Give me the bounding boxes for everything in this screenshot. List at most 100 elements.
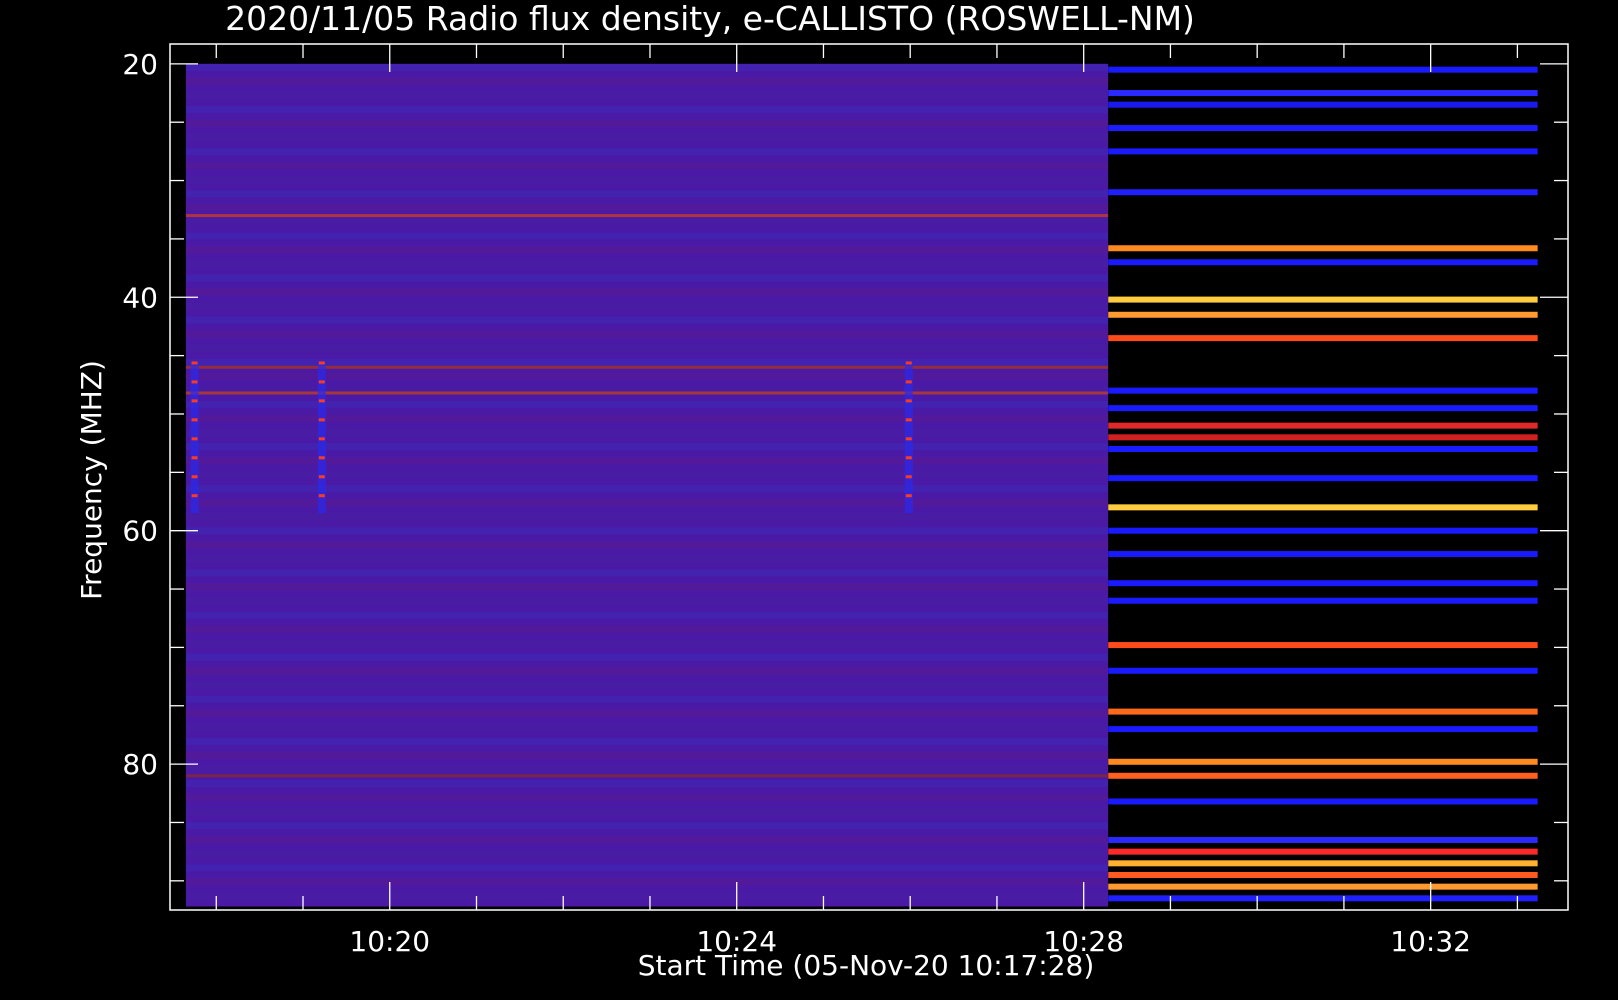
texture-line <box>185 850 1109 858</box>
texture-line <box>185 77 1109 85</box>
texture-line <box>185 681 1109 689</box>
emission-band <box>1108 445 1538 452</box>
y-tick-label: 80 <box>122 748 158 781</box>
emission-band <box>1108 148 1538 155</box>
texture-line <box>185 541 1109 549</box>
texture-line <box>185 246 1109 254</box>
texture-line <box>185 302 1109 310</box>
vertical-burst <box>317 361 326 514</box>
texture-line <box>185 653 1109 661</box>
x-tick-label: 10:32 <box>1390 925 1471 958</box>
texture-line <box>185 288 1109 296</box>
texture-line <box>185 176 1109 184</box>
texture-line <box>185 204 1109 212</box>
plot-area <box>185 63 1538 907</box>
texture-line <box>185 892 1109 900</box>
emission-band <box>1108 311 1538 318</box>
y-tick-label: 20 <box>122 48 158 81</box>
texture-line <box>185 63 1109 71</box>
emission-band <box>1108 504 1538 511</box>
emission-band <box>1108 597 1538 604</box>
emission-band <box>1108 895 1538 902</box>
emission-band <box>1108 642 1538 649</box>
emission-band <box>1108 772 1538 779</box>
emission-band <box>1108 66 1538 73</box>
texture-line <box>185 527 1109 535</box>
emission-band <box>1108 189 1538 196</box>
texture-line <box>185 695 1109 703</box>
emission-band <box>1108 860 1538 867</box>
emission-band <box>1108 798 1538 805</box>
texture-line <box>185 667 1109 675</box>
texture-line <box>185 190 1109 198</box>
emission-band <box>1108 883 1538 890</box>
texture-line <box>185 780 1109 788</box>
emission-band <box>185 214 1109 218</box>
texture-line <box>185 597 1109 605</box>
texture-line <box>185 822 1109 830</box>
spectrogram-chart: 2040608010:20 10:24 10:28 10:32 2020/11/05 … <box>0 0 1618 1000</box>
emission-band <box>1108 758 1538 765</box>
texture-line <box>185 625 1109 633</box>
texture-line <box>185 344 1109 352</box>
x-axis-label: Start Time (05-Nov-20 10:17:28) <box>638 949 1095 982</box>
emission-band <box>1108 667 1538 674</box>
texture-line <box>185 513 1109 521</box>
texture-line <box>185 134 1109 142</box>
texture-line <box>185 316 1109 324</box>
texture-line <box>185 611 1109 619</box>
emission-band <box>1108 101 1538 108</box>
texture-line <box>185 162 1109 170</box>
texture-line <box>185 232 1109 240</box>
y-tick-label: 40 <box>122 281 158 314</box>
emission-band <box>1108 708 1538 715</box>
texture-line <box>185 218 1109 226</box>
chart-title: 2020/11/05 Radio flux density, e-CALLIST… <box>225 0 1195 38</box>
x-tick-label: 10:20 <box>349 925 430 958</box>
texture-line <box>185 836 1109 844</box>
emission-band <box>1108 475 1538 482</box>
texture-line <box>185 794 1109 802</box>
vertical-burst <box>904 361 913 514</box>
texture-line <box>185 737 1109 745</box>
texture-line <box>185 120 1109 128</box>
texture-line <box>185 91 1109 99</box>
texture-line <box>185 639 1109 647</box>
texture-line <box>185 709 1109 717</box>
emission-band <box>1108 871 1538 878</box>
emission-band <box>1108 245 1538 252</box>
emission-band <box>1108 405 1538 412</box>
emission-band <box>1108 726 1538 733</box>
texture-line <box>185 330 1109 338</box>
texture-line <box>185 583 1109 591</box>
texture-line <box>185 555 1109 563</box>
y-axis-label: Frequency (MHZ) <box>75 360 108 600</box>
vertical-burst <box>190 361 199 514</box>
emission-band <box>1108 527 1538 534</box>
emission-band <box>185 774 1109 778</box>
emission-band <box>1108 580 1538 587</box>
y-tick-label: 60 <box>122 515 158 548</box>
texture-line <box>185 569 1109 577</box>
texture-line <box>185 766 1109 774</box>
texture-line <box>185 148 1109 156</box>
emission-band <box>1108 434 1538 441</box>
emission-band <box>1108 125 1538 132</box>
emission-band <box>1108 387 1538 394</box>
emission-band <box>1108 296 1538 303</box>
emission-band <box>1108 259 1538 266</box>
texture-line <box>185 878 1109 886</box>
emission-band <box>1108 335 1538 342</box>
texture-line <box>185 864 1109 872</box>
texture-line <box>185 260 1109 268</box>
emission-band <box>1108 848 1538 855</box>
texture-line <box>185 808 1109 816</box>
emission-band <box>1108 422 1538 429</box>
texture-line <box>185 105 1109 113</box>
emission-band <box>1108 90 1538 97</box>
texture-line <box>185 723 1109 731</box>
emission-band <box>1108 551 1538 558</box>
texture-line <box>185 274 1109 282</box>
emission-band <box>1108 836 1538 843</box>
texture-line <box>185 752 1109 760</box>
